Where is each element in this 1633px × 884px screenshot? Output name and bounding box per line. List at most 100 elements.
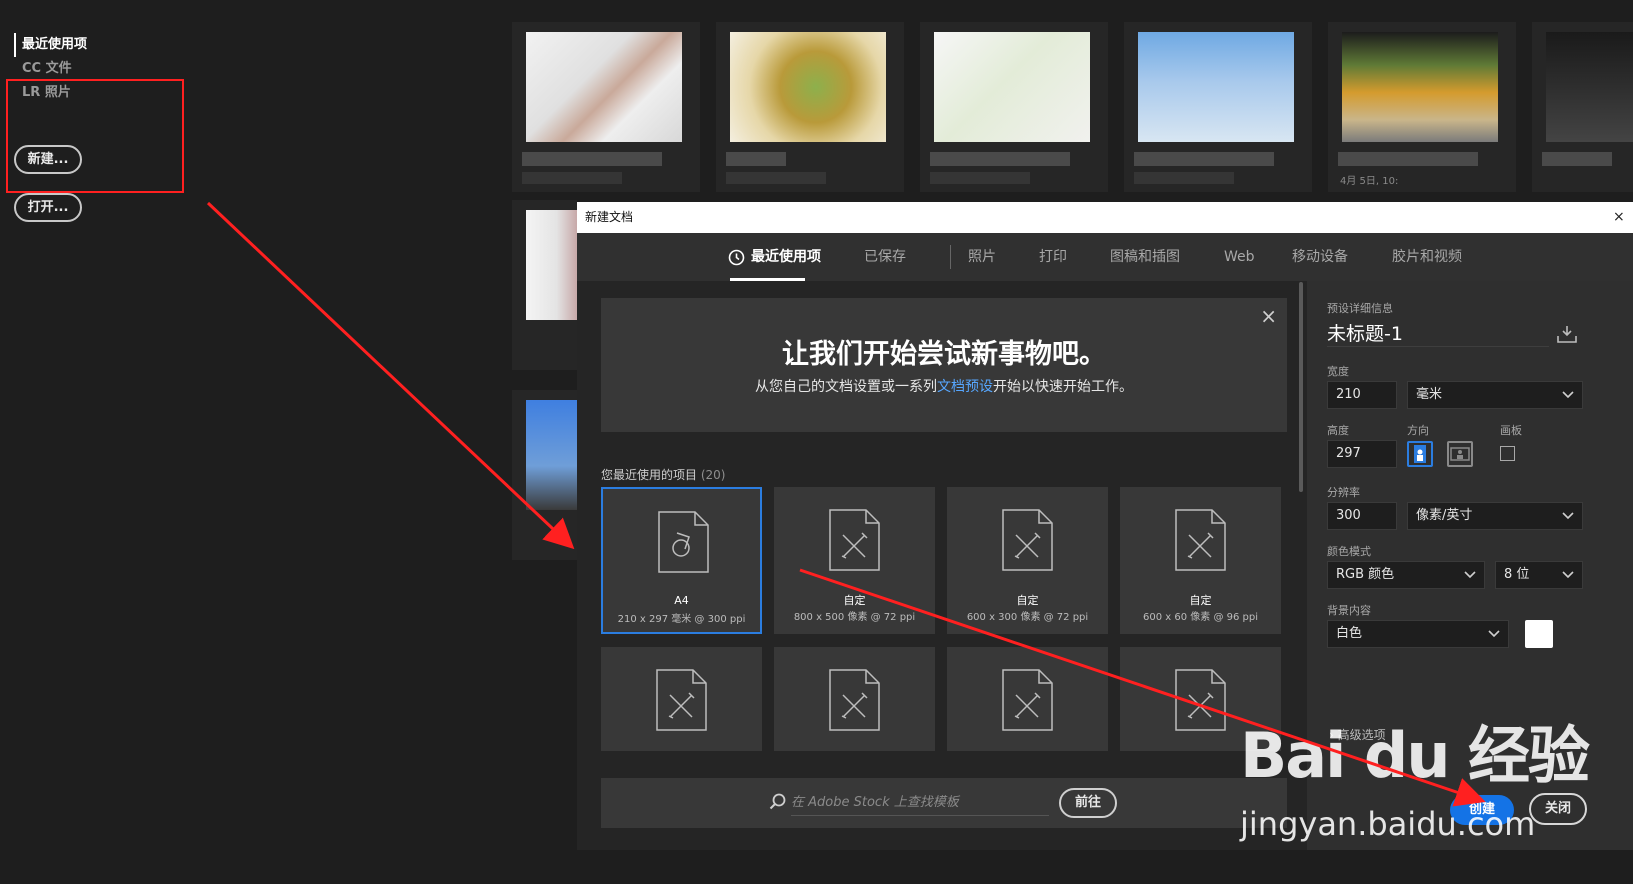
welcome-title: 让我们开始尝试新事物吧。 bbox=[782, 339, 1106, 370]
tab-saved[interactable]: 已保存 bbox=[864, 233, 906, 281]
recent-file-thumbnail[interactable] bbox=[920, 22, 1108, 192]
preset-name: 自定 bbox=[1016, 594, 1039, 607]
preset-name: 自定 bbox=[843, 594, 866, 607]
thumbnail-caption-sub bbox=[726, 172, 826, 184]
resolution-unit-select[interactable]: 像素/英寸 bbox=[1407, 502, 1583, 530]
preset-card[interactable]: A4 210 x 297 毫米 @ 300 ppi bbox=[601, 487, 762, 634]
thumbnail-caption bbox=[522, 152, 662, 166]
preset-name: 自定 bbox=[1189, 594, 1212, 607]
open-button[interactable]: 打开... bbox=[14, 193, 82, 222]
preset-spec: 210 x 297 毫米 @ 300 ppi bbox=[617, 614, 746, 625]
thumbnail-image bbox=[526, 400, 577, 510]
thumbnail-image bbox=[526, 32, 682, 142]
recent-items-count: (20) bbox=[700, 468, 726, 482]
bit-depth-select[interactable]: 8 位 bbox=[1495, 561, 1583, 589]
thumbnail-caption bbox=[1542, 152, 1612, 166]
color-mode-label: 颜色模式 bbox=[1327, 545, 1371, 558]
welcome-banner: × 让我们开始尝试新事物吧。 从您自己的文档设置或一系列文档预设开始以快速开始工… bbox=[601, 298, 1287, 432]
preset-name: A4 bbox=[674, 594, 689, 607]
tab-print[interactable]: 打印 bbox=[1039, 233, 1067, 281]
color-mode-select[interactable]: RGB 颜色 bbox=[1327, 561, 1485, 589]
adobe-stock-bar: 在 Adobe Stock 上查找模板 前往 bbox=[601, 778, 1287, 828]
thumbnail-image bbox=[1546, 32, 1633, 142]
dialog-title: 新建文档 bbox=[577, 202, 1633, 233]
recent-file-thumbnail[interactable] bbox=[512, 22, 700, 192]
orientation-label: 方向 bbox=[1407, 424, 1429, 437]
artboard-checkbox[interactable] bbox=[1500, 446, 1515, 461]
tab-mobile[interactable]: 移动设备 bbox=[1292, 233, 1348, 281]
preset-card[interactable]: 自定 600 x 60 像素 @ 96 ppi bbox=[1120, 487, 1281, 634]
bit-depth-value: 8 位 bbox=[1504, 567, 1530, 582]
document-custom-icon bbox=[1175, 509, 1226, 571]
chevron-down-icon bbox=[1562, 391, 1574, 399]
preset-details-title: 预设详细信息 bbox=[1327, 302, 1393, 315]
nav-item-cc-files[interactable]: CC 文件 bbox=[14, 57, 87, 81]
thumbnail-image bbox=[526, 210, 577, 320]
dialog-close-icon[interactable]: × bbox=[1613, 202, 1633, 233]
chevron-down-icon bbox=[1488, 630, 1500, 638]
close-button[interactable]: 关闭 bbox=[1529, 793, 1587, 825]
category-tabs: 最近使用项 已保存 照片 打印 图稿和插图 Web 移动设备 胶片和视频 bbox=[577, 233, 1633, 281]
portrait-orientation-button[interactable] bbox=[1407, 441, 1433, 467]
recent-file-thumbnail[interactable] bbox=[1124, 22, 1312, 192]
preset-spec: 600 x 60 像素 @ 96 ppi bbox=[1143, 612, 1258, 623]
preset-card[interactable] bbox=[601, 647, 762, 751]
document-custom-icon bbox=[829, 509, 880, 571]
preset-spec: 800 x 500 像素 @ 72 ppi bbox=[793, 612, 916, 623]
tab-photo[interactable]: 照片 bbox=[968, 233, 996, 281]
height-label: 高度 bbox=[1327, 424, 1349, 437]
stock-search-input[interactable]: 在 Adobe Stock 上查找模板 bbox=[791, 790, 1049, 816]
recent-items-heading: 您最近使用的项目 (20) bbox=[601, 466, 725, 483]
background-color-swatch[interactable] bbox=[1525, 620, 1553, 648]
preset-card[interactable] bbox=[774, 647, 935, 751]
tab-recent[interactable]: 最近使用项 bbox=[751, 233, 821, 281]
height-input[interactable]: 297 bbox=[1327, 440, 1397, 468]
tab-active-indicator bbox=[730, 278, 805, 281]
background-select[interactable]: 白色 bbox=[1327, 620, 1509, 648]
tab-web[interactable]: Web bbox=[1224, 233, 1255, 281]
width-unit-select[interactable]: 毫米 bbox=[1407, 381, 1583, 409]
document-custom-icon bbox=[1002, 669, 1053, 731]
recent-file-thumbnail[interactable]: 4月 5日, 10: bbox=[1328, 22, 1516, 192]
welcome-close-icon[interactable]: × bbox=[1260, 304, 1277, 328]
document-presets-link[interactable]: 文档预设 bbox=[937, 379, 993, 395]
resolution-label: 分辨率 bbox=[1327, 486, 1360, 499]
save-preset-icon[interactable] bbox=[1557, 325, 1577, 343]
recent-file-thumbnail[interactable] bbox=[716, 22, 904, 192]
landscape-icon bbox=[1450, 447, 1470, 461]
recent-items-title: 您最近使用的项目 bbox=[601, 468, 698, 482]
nav-item-recent[interactable]: 最近使用项 bbox=[14, 33, 87, 57]
document-custom-icon bbox=[656, 669, 707, 731]
thumbnail-image bbox=[1138, 32, 1294, 142]
width-input[interactable]: 210 bbox=[1327, 381, 1397, 409]
tab-art-illustration[interactable]: 图稿和插图 bbox=[1110, 233, 1180, 281]
thumbnail-date: 4月 5日, 10: bbox=[1340, 176, 1399, 187]
preset-card[interactable]: 自定 800 x 500 像素 @ 72 ppi bbox=[774, 487, 935, 634]
chevron-down-icon bbox=[1464, 571, 1476, 579]
recent-file-thumbnail[interactable] bbox=[1532, 22, 1633, 192]
background-value: 白色 bbox=[1336, 626, 1363, 641]
document-name-field[interactable]: 未标题-1 bbox=[1327, 319, 1549, 347]
background-label: 背景内容 bbox=[1327, 604, 1371, 617]
preset-spec: 600 x 300 像素 @ 72 ppi bbox=[966, 612, 1089, 623]
recent-file-thumbnail[interactable] bbox=[512, 200, 577, 370]
recent-file-thumbnail[interactable] bbox=[512, 390, 577, 560]
thumbnail-caption bbox=[1134, 152, 1274, 166]
landscape-orientation-button[interactable] bbox=[1447, 441, 1473, 467]
preset-card[interactable]: 自定 600 x 300 像素 @ 72 ppi bbox=[947, 487, 1108, 634]
goto-button[interactable]: 前往 bbox=[1059, 788, 1117, 818]
artboard-label: 画板 bbox=[1500, 424, 1522, 437]
resolution-input[interactable]: 300 bbox=[1327, 502, 1397, 530]
document-custom-icon bbox=[1175, 669, 1226, 731]
portrait-icon bbox=[1414, 445, 1426, 463]
chevron-down-icon bbox=[1562, 512, 1574, 520]
tab-film-video[interactable]: 胶片和视频 bbox=[1392, 233, 1462, 281]
document-custom-icon bbox=[829, 669, 880, 731]
welcome-sub-before: 从您自己的文档设置或一系列 bbox=[755, 379, 937, 395]
preset-card[interactable] bbox=[947, 647, 1108, 751]
width-label: 宽度 bbox=[1327, 365, 1349, 378]
chevron-down-icon bbox=[1562, 571, 1574, 579]
thumbnail-image bbox=[1342, 32, 1498, 142]
clock-icon bbox=[728, 249, 745, 266]
presets-scrollbar[interactable] bbox=[1299, 282, 1303, 492]
